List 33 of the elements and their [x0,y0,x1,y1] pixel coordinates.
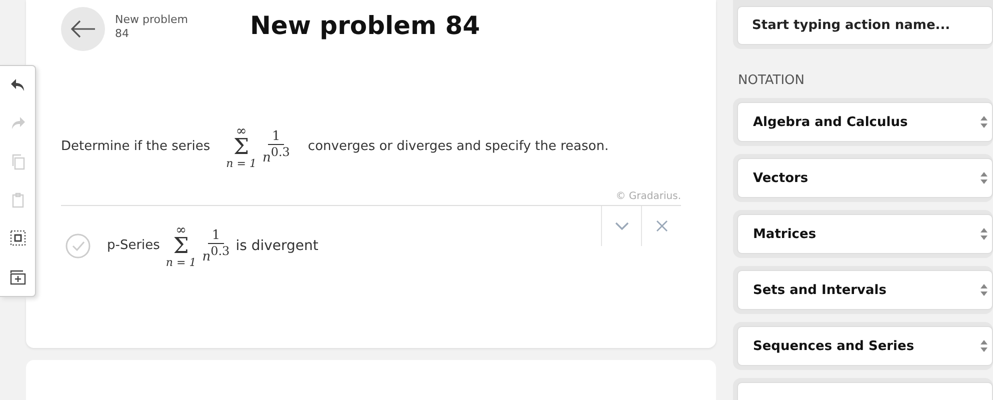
check-circle-icon[interactable] [65,232,91,259]
add-button[interactable] [10,268,26,285]
select-button[interactable] [10,230,26,246]
problem-title: New problem 84 [250,11,480,40]
section-heading: NOTATION [738,73,806,88]
answer-label: p-Series [107,238,160,254]
undo-button[interactable] [10,77,26,94]
breadcrumb[interactable]: New problem 84 [115,13,250,41]
select-icon [10,230,26,246]
back-arrow-icon [70,20,96,38]
paste-icon [10,192,26,208]
notation-select[interactable]: Sets and Intervals [737,270,993,310]
notation-select[interactable]: Vectors [737,158,993,198]
redo-icon [10,115,26,132]
problem-text: Determine if the series [61,139,210,154]
copy-icon [10,154,26,170]
back-button[interactable] [61,7,105,51]
undo-icon [10,77,26,94]
chevron-down-icon [614,222,628,230]
sort-arrows-icon [980,227,988,241]
notation-select[interactable]: Algebra and Calculus [737,102,993,142]
sort-arrows-icon [980,339,988,353]
problem-text: converges or diverges and specify the reason. [308,139,609,154]
sort-arrows-icon [980,171,988,185]
sort-arrows-icon [980,115,988,129]
answer-text: is divergent [236,238,318,254]
add-icon [10,268,26,285]
sort-arrows-icon [980,283,988,297]
copyright-text: © Gradarius. [614,190,681,204]
close-icon [656,220,668,232]
notation-select[interactable]: Matrices [737,214,993,254]
action-search-field[interactable]: Start typing action name... [737,6,993,45]
notation-select[interactable]: Sequences and Series [737,326,993,366]
